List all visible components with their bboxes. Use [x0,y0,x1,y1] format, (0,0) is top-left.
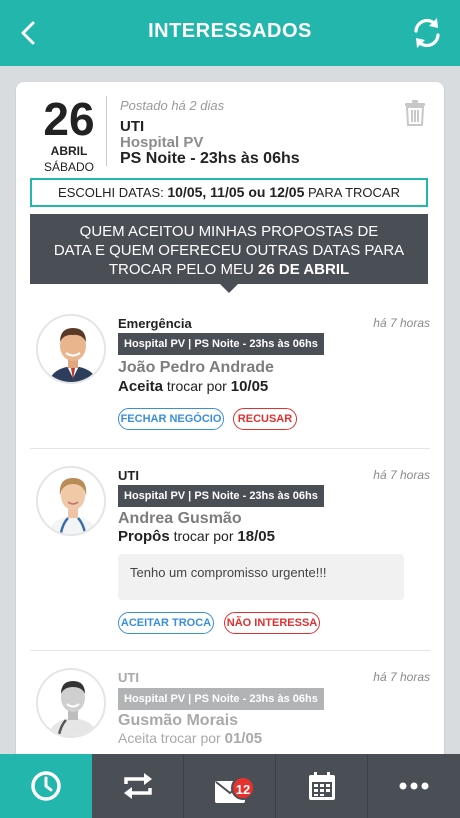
date-day: 26 [43,93,95,145]
item-name: João Pedro Andrade [118,359,274,376]
close-deal-button[interactable]: FECHAR NEGÓCIO [118,408,224,430]
tab-more[interactable] [368,754,460,818]
item-shift-tag: Hospital PV | PS Noite - 23hs às 06hs [118,688,324,710]
action-verb: Propôs [118,528,170,545]
trash-icon[interactable] [404,100,426,126]
banner-line: TROCAR PELO MEU 26 DE ABRIL [30,260,428,279]
list-item[interactable]: Emergência há 7 horas Hospital PV | PS N… [16,308,444,458]
refuse-button[interactable]: RECUSAR [233,408,297,430]
action-date: 18/05 [237,528,275,545]
chosen-dates-prefix: ESCOLHI DATAS: [58,185,168,200]
swap-icon [124,773,152,799]
item-shift-tag: Hospital PV | PS Noite - 23hs às 06hs [118,333,324,355]
item-time: há 7 horas [373,468,430,482]
item-time: há 7 horas [373,316,430,330]
action-text: trocar por [163,378,231,394]
avatar [36,466,106,536]
tab-messages[interactable]: 12 [184,754,276,818]
shift-hospital: Hospital PV [120,134,204,151]
avatar [36,668,106,738]
unread-badge: 12 [231,776,255,800]
tab-calendar[interactable] [276,754,368,818]
item-action: Aceita trocar por 10/05 [118,378,268,395]
item-department: UTI [118,670,139,685]
banner-line-date: 26 DE ABRIL [258,261,350,278]
action-date: 10/05 [230,378,269,395]
chosen-dates-box: ESCOLHI DATAS: 10/05, 11/05 ou 12/05 PAR… [30,178,428,207]
info-banner: QUEM ACEITOU MINHAS PROPOSTAS DE DATA E … [30,214,428,284]
banner-pointer [220,284,238,293]
more-icon [399,782,429,790]
item-name: Gusmão Morais [118,712,239,729]
item-name: Andrea Gusmão [118,510,242,527]
list-item[interactable]: UTI há 7 horas Hospital PV | PS Noite - … [16,460,444,650]
not-interested-button[interactable]: NÃO INTERESSA [224,612,320,634]
chosen-dates-values: 10/05, 11/05 ou 12/05 [167,184,305,200]
date-weekday: SÁBADO [43,160,94,174]
action-date: 01/05 [224,730,263,747]
refresh-icon[interactable] [408,14,446,52]
shift-name: PS Noite - 23hs às 06hs [120,150,300,167]
tab-history[interactable] [0,754,92,818]
message-bubble: Tenho um compromisso urgente!!! [118,554,404,600]
item-action: Aceita trocar por 01/05 [118,730,262,747]
banner-line: DATA E QUEM OFERECEU OUTRAS DATAS PARA [53,242,405,259]
app-header: INTERESSADOS [0,0,460,66]
action-verb: Aceita [118,378,164,395]
posted-time: Postado há 2 dias [120,98,225,113]
shift-department: UTI [120,118,145,135]
divider [30,650,430,651]
bottom-tab-bar: 12 [0,754,460,818]
page-title: INTERESSADOS [148,20,312,42]
action-text: Aceita trocar por [118,730,225,746]
item-shift-tag: Hospital PV | PS Noite - 23hs às 06hs [118,485,324,507]
divider [30,448,430,449]
banner-line-text: TROCAR PELO MEU [108,261,259,278]
date-block: 26 ABRIL SÁBADO [34,96,104,174]
item-action: Propôs trocar por 18/05 [118,528,275,545]
clock-icon [31,771,61,801]
tab-swap[interactable] [92,754,184,818]
item-department: Emergência [118,316,192,331]
action-text: trocar por [169,528,238,544]
item-time: há 7 horas [373,670,430,684]
avatar [36,314,106,384]
banner-line: QUEM ACEITOU MINHAS PROPOSTAS DE [79,223,379,240]
item-department: UTI [118,468,139,483]
chosen-dates-suffix: PARA TROCAR [304,185,400,200]
accept-swap-button[interactable]: ACEITAR TROCA [118,612,214,634]
date-month: ABRIL [50,144,88,158]
calendar-icon [309,772,335,800]
shift-card: 26 ABRIL SÁBADO Postado há 2 dias UTI Ho… [16,82,444,772]
divider [106,96,107,166]
